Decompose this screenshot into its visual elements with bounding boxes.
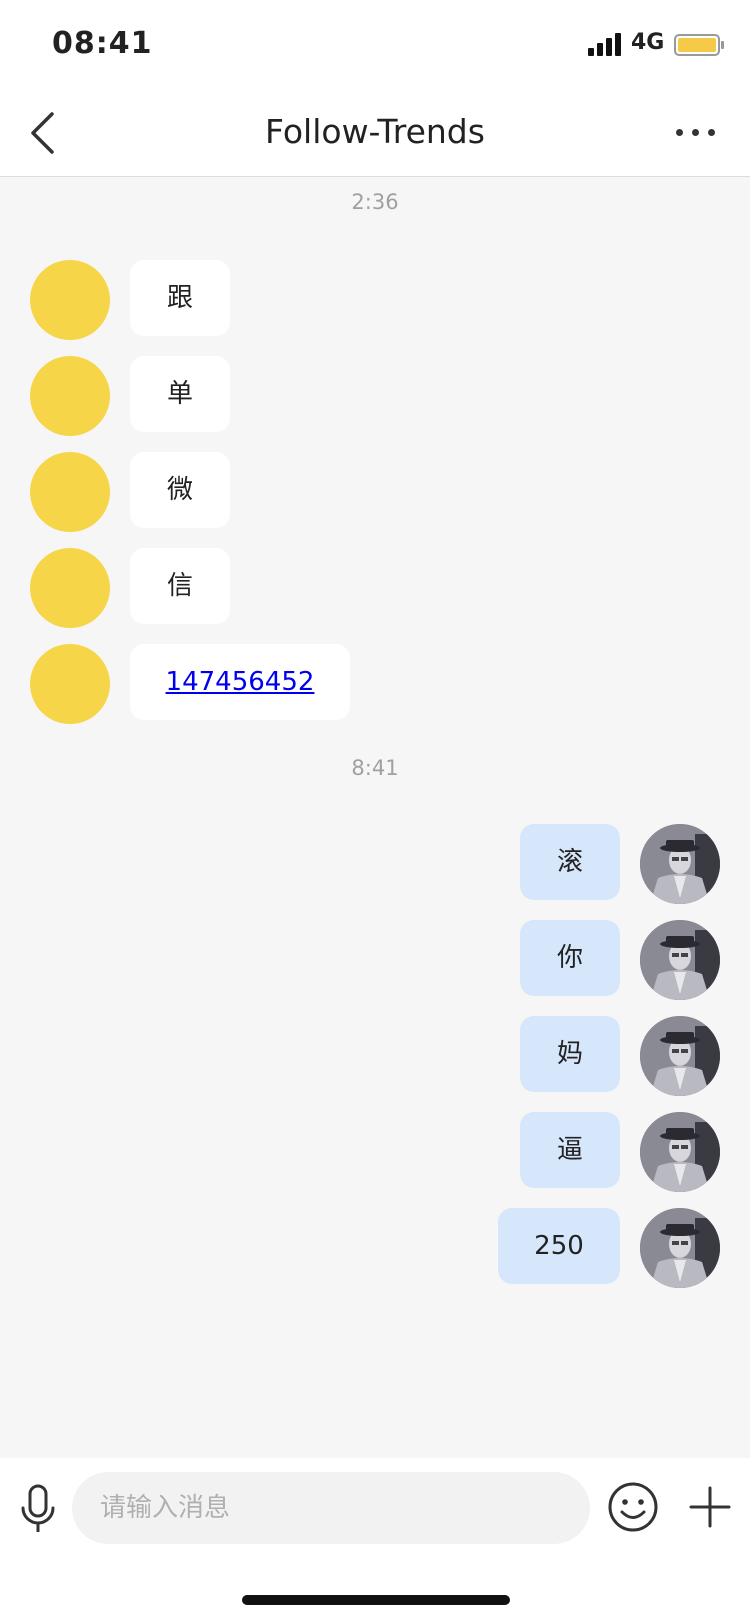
chat-screen: 08:41 4G Follow-Trends 2:36 跟 单 微 信 1474… xyxy=(0,0,750,1624)
message-text: 微 xyxy=(166,475,193,505)
message-input[interactable] xyxy=(72,1472,590,1544)
my-avatar[interactable] xyxy=(640,1112,720,1192)
contact-avatar[interactable] xyxy=(30,548,110,628)
timestamp: 2:36 xyxy=(351,190,399,214)
battery-icon xyxy=(674,34,724,56)
message-text: 妈 xyxy=(556,1039,583,1069)
signal-strength-icon xyxy=(588,32,624,56)
outgoing-message-bubble[interactable]: 250 xyxy=(498,1208,620,1284)
incoming-message-bubble[interactable]: 信 xyxy=(130,548,230,624)
message-text: 单 xyxy=(166,379,193,409)
smile-icon[interactable] xyxy=(606,1480,660,1534)
network-type: 4G xyxy=(631,30,665,55)
status-bar: 08:41 4G xyxy=(0,0,750,90)
outgoing-message-bubble[interactable]: 你 xyxy=(520,920,620,996)
my-avatar[interactable] xyxy=(640,1208,720,1288)
incoming-message-bubble[interactable]: 单 xyxy=(130,356,230,432)
outgoing-message-bubble[interactable]: 妈 xyxy=(520,1016,620,1092)
contact-avatar[interactable] xyxy=(30,644,110,724)
message-text: 250 xyxy=(534,1231,584,1261)
status-time: 08:41 xyxy=(52,26,153,61)
message-text: 跟 xyxy=(166,283,193,313)
contact-avatar[interactable] xyxy=(30,452,110,532)
more-horizontal-icon[interactable] xyxy=(670,120,722,144)
page-title: Follow-Trends xyxy=(265,112,485,151)
outgoing-message-bubble[interactable]: 滚 xyxy=(520,824,620,900)
message-text: 滚 xyxy=(556,847,583,877)
incoming-message-bubble[interactable]: 微 xyxy=(130,452,230,528)
message-text: 逼 xyxy=(556,1135,583,1165)
nav-bar: Follow-Trends xyxy=(0,90,750,177)
home-indicator xyxy=(242,1595,510,1605)
incoming-message-bubble[interactable]: 147456452 xyxy=(130,644,350,720)
microphone-icon[interactable] xyxy=(18,1482,58,1538)
my-avatar[interactable] xyxy=(640,824,720,904)
contact-avatar[interactable] xyxy=(30,356,110,436)
message-text: 你 xyxy=(556,943,583,973)
plus-icon[interactable] xyxy=(688,1480,732,1534)
phone-number-link[interactable]: 147456452 xyxy=(166,667,315,697)
battery-level xyxy=(678,38,716,52)
my-avatar[interactable] xyxy=(640,920,720,1000)
my-avatar[interactable] xyxy=(640,1016,720,1096)
contact-avatar[interactable] xyxy=(30,260,110,340)
outgoing-message-bubble[interactable]: 逼 xyxy=(520,1112,620,1188)
timestamp: 8:41 xyxy=(351,756,399,780)
message-text: 信 xyxy=(166,571,193,601)
incoming-message-bubble[interactable]: 跟 xyxy=(130,260,230,336)
